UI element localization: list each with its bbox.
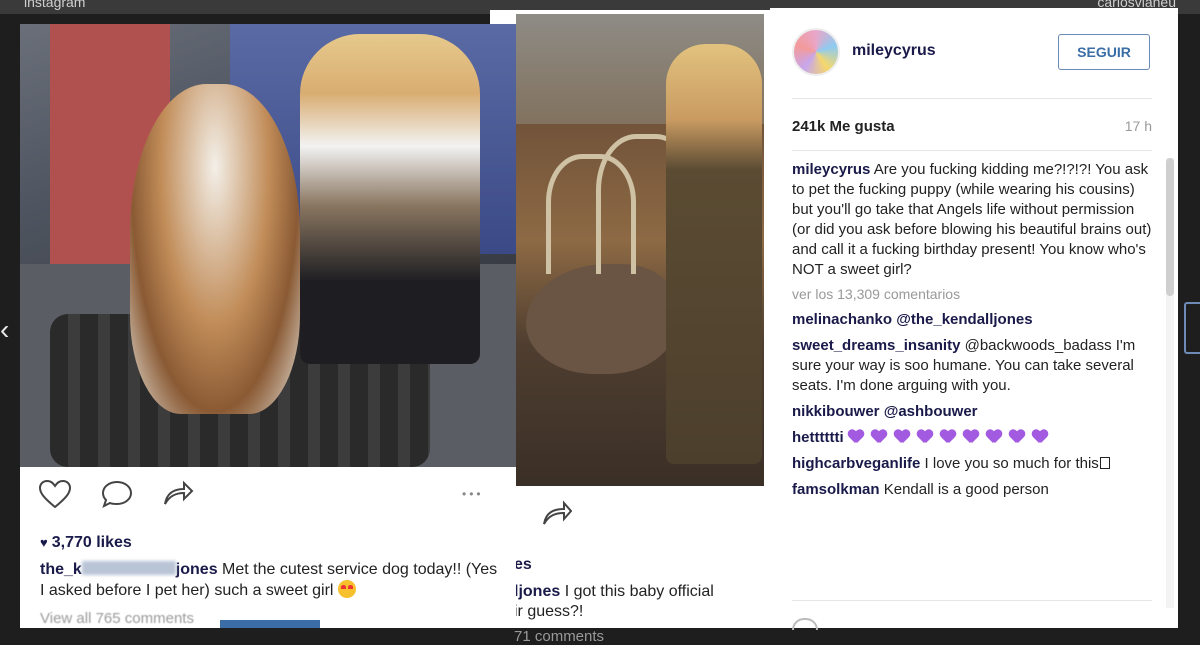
comments-panel: mileycyrus SEGUIR 241k Me gusta 17 h mil… [770,8,1178,630]
comment-item: mileycyrus Are you fucking kidding me?!?… [792,160,1152,280]
avatar[interactable] [792,28,840,76]
more-options-icon[interactable]: ••• [462,487,484,501]
heart-icon: ♥ [40,535,48,550]
missing-glyph-icon [1099,457,1110,469]
likes-row: 241k Me gusta 17 h [792,118,1152,142]
divider [792,600,1152,601]
comment-text: Kendall is a good person [883,481,1049,498]
post-actions: ••• [20,467,516,521]
comment-username[interactable]: hetttttti [792,429,844,446]
caption-username-start: the_k [40,561,82,578]
panel-header: mileycyrus SEGUIR [770,8,1178,98]
purple-heart-icon [894,430,910,444]
comment-item: highcarbveganlife I love you so much for… [792,454,1152,474]
heart-icon[interactable] [38,479,72,509]
background-username-left: instagram [24,0,86,10]
timestamp: 17 h [1124,118,1152,134]
purple-heart-icon [917,430,933,444]
post-middle-caption: ljones I got this baby official ir guess… [514,582,774,622]
caption-text: I got this baby official [564,583,714,600]
heart-icon[interactable] [792,618,818,630]
comment-item: famsolkman Kendall is a good person [792,480,1152,500]
profile-username[interactable]: mileycyrus [852,42,936,60]
photo-woman [300,34,480,364]
photo-dog [130,84,300,414]
purple-hearts [848,429,1055,446]
comment-username[interactable]: mileycyrus [792,161,870,178]
post-middle-likes: es [514,556,532,573]
purple-heart-icon [871,430,887,444]
comment-icon[interactable] [100,479,134,509]
caption-text-2: ir guess?! [514,603,584,620]
purple-heart-icon [986,430,1002,444]
photo-person [666,44,762,464]
comment-text: Are you fucking kidding me?!?!?! You ask… [792,161,1152,278]
share-icon[interactable] [162,479,196,509]
photo-deer [526,264,676,374]
post-left: ••• ♥ 3,770 likes the_k jones Met the cute… [20,24,516,628]
post-left-photo[interactable] [20,24,516,467]
divider [792,150,1152,151]
comment-item: hetttttti [792,428,1152,448]
comment-text: I love you so much for this [924,455,1099,472]
comment-item: nikkibouwer @ashbouwer [792,402,1152,422]
caption-username[interactable]: ljones [514,583,560,600]
caption-username-end: jones [175,561,218,578]
comment-username[interactable]: melinachanko [792,311,892,328]
purple-heart-icon [963,430,979,444]
chevron-right-button[interactable] [1184,302,1200,354]
comments-list: mileycyrus Are you fucking kidding me?!?… [792,160,1152,610]
chevron-left-icon[interactable]: ‹ [0,312,18,348]
purple-heart-icon [940,430,956,444]
post-middle-photo[interactable] [516,14,764,486]
purple-heart-icon [1009,430,1025,444]
post-middle: es ljones I got this baby official ir gu… [490,10,780,645]
view-more-comments-link[interactable]: ver los 13,309 comentarios [792,286,1152,302]
comment-item: sweet_dreams_insanity @backwoods_badass … [792,336,1152,396]
comment-username[interactable]: highcarbveganlife [792,455,920,472]
comment-username[interactable]: famsolkman [792,481,880,498]
heart-eyes-emoji-icon [337,580,356,598]
comment-username[interactable]: sweet_dreams_insanity [792,337,960,354]
view-all-comments-link[interactable]: View all 765 comments [40,610,194,627]
purple-heart-icon [1032,430,1048,444]
post-left-likes: ♥ 3,770 likes [40,534,132,552]
post-left-caption: the_k jones Met the cutest service dog to… [40,560,500,601]
likes-count: 3,770 likes [51,534,132,551]
follow-button[interactable]: SEGUIR [1058,34,1150,70]
bottom-strip [220,620,320,628]
comment-item: melinachanko @the_kendalljones [792,310,1152,330]
share-icon[interactable] [542,500,573,533]
comment-mention[interactable]: @the_kendalljones [896,311,1032,328]
likes-count[interactable]: 241k Me gusta [792,118,895,135]
comment-username[interactable]: nikkibouwer [792,403,880,420]
caption-username[interactable]: the_k jones [40,561,218,578]
redacted-blur [81,561,176,575]
purple-heart-icon [848,430,864,444]
scrollbar-thumb[interactable] [1166,158,1174,296]
divider [792,98,1152,99]
comment-mention[interactable]: @ashbouwer [884,403,978,420]
post-middle-comments-link[interactable]: 71 comments [514,628,604,645]
